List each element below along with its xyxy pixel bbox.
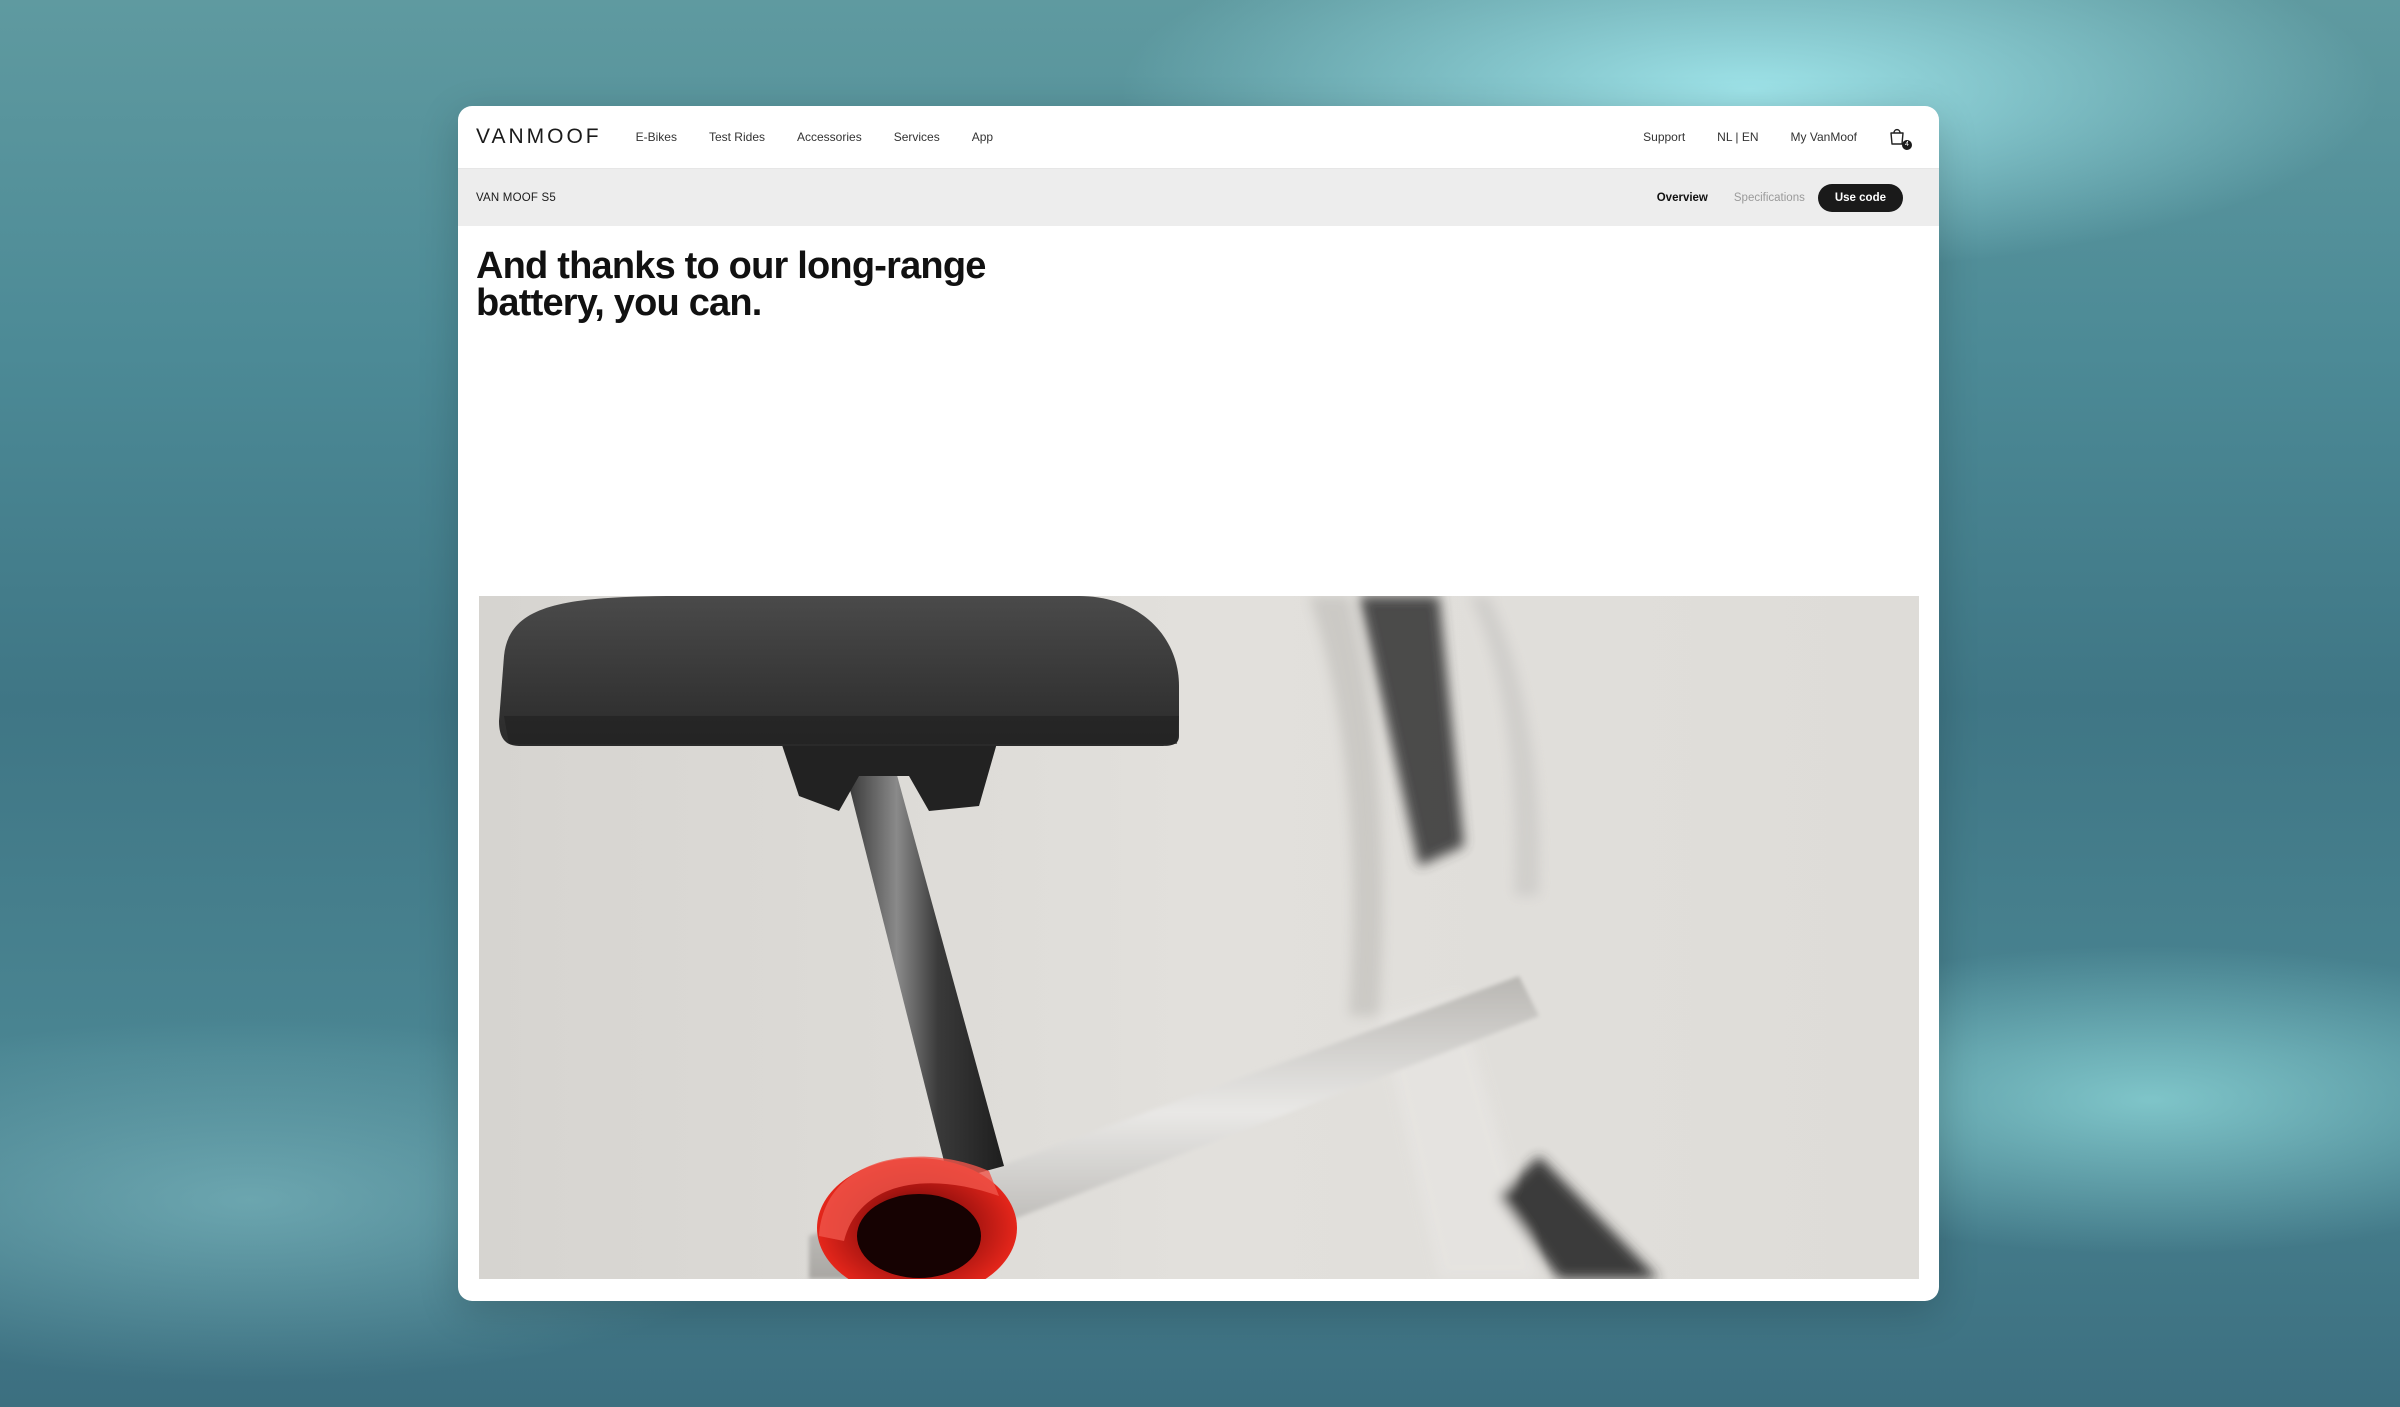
nav-support[interactable]: Support — [1627, 130, 1701, 144]
tab-specifications[interactable]: Specifications — [1721, 192, 1818, 204]
bike-saddle-illustration — [479, 596, 1919, 1279]
product-subnav: VAN MOOF S5 Overview Specifications Use … — [458, 169, 1939, 226]
utility-nav: Support NL | EN My VanMoof 4 — [1627, 126, 1921, 150]
nav-accessories[interactable]: Accessories — [781, 130, 878, 144]
cart-count-badge: 4 — [1902, 140, 1912, 150]
main-nav: E-Bikes Test Rides Accessories Services … — [620, 130, 1009, 144]
nav-services[interactable]: Services — [878, 130, 956, 144]
product-name: VAN MOOF S5 — [476, 191, 556, 204]
subnav-actions: Overview Specifications Use code — [1644, 183, 1921, 212]
browser-window: VANMOOF E-Bikes Test Rides Accessories S… — [458, 106, 1939, 1301]
hero-headline: And thanks to our long-range battery, yo… — [476, 245, 986, 324]
cart-button[interactable]: 4 — [1887, 126, 1912, 150]
nav-app[interactable]: App — [956, 130, 1009, 144]
nav-my-vanmoof[interactable]: My VanMoof — [1775, 130, 1873, 144]
hero-image — [479, 596, 1919, 1279]
vanmoof-logo[interactable]: VANMOOF — [476, 125, 602, 149]
language-switch[interactable]: NL | EN — [1701, 130, 1774, 144]
tab-overview[interactable]: Overview — [1644, 192, 1721, 204]
use-code-button[interactable]: Use code — [1817, 183, 1903, 212]
top-navigation: VANMOOF E-Bikes Test Rides Accessories S… — [458, 106, 1939, 169]
nav-e-bikes[interactable]: E-Bikes — [620, 130, 693, 144]
nav-test-rides[interactable]: Test Rides — [693, 130, 781, 144]
